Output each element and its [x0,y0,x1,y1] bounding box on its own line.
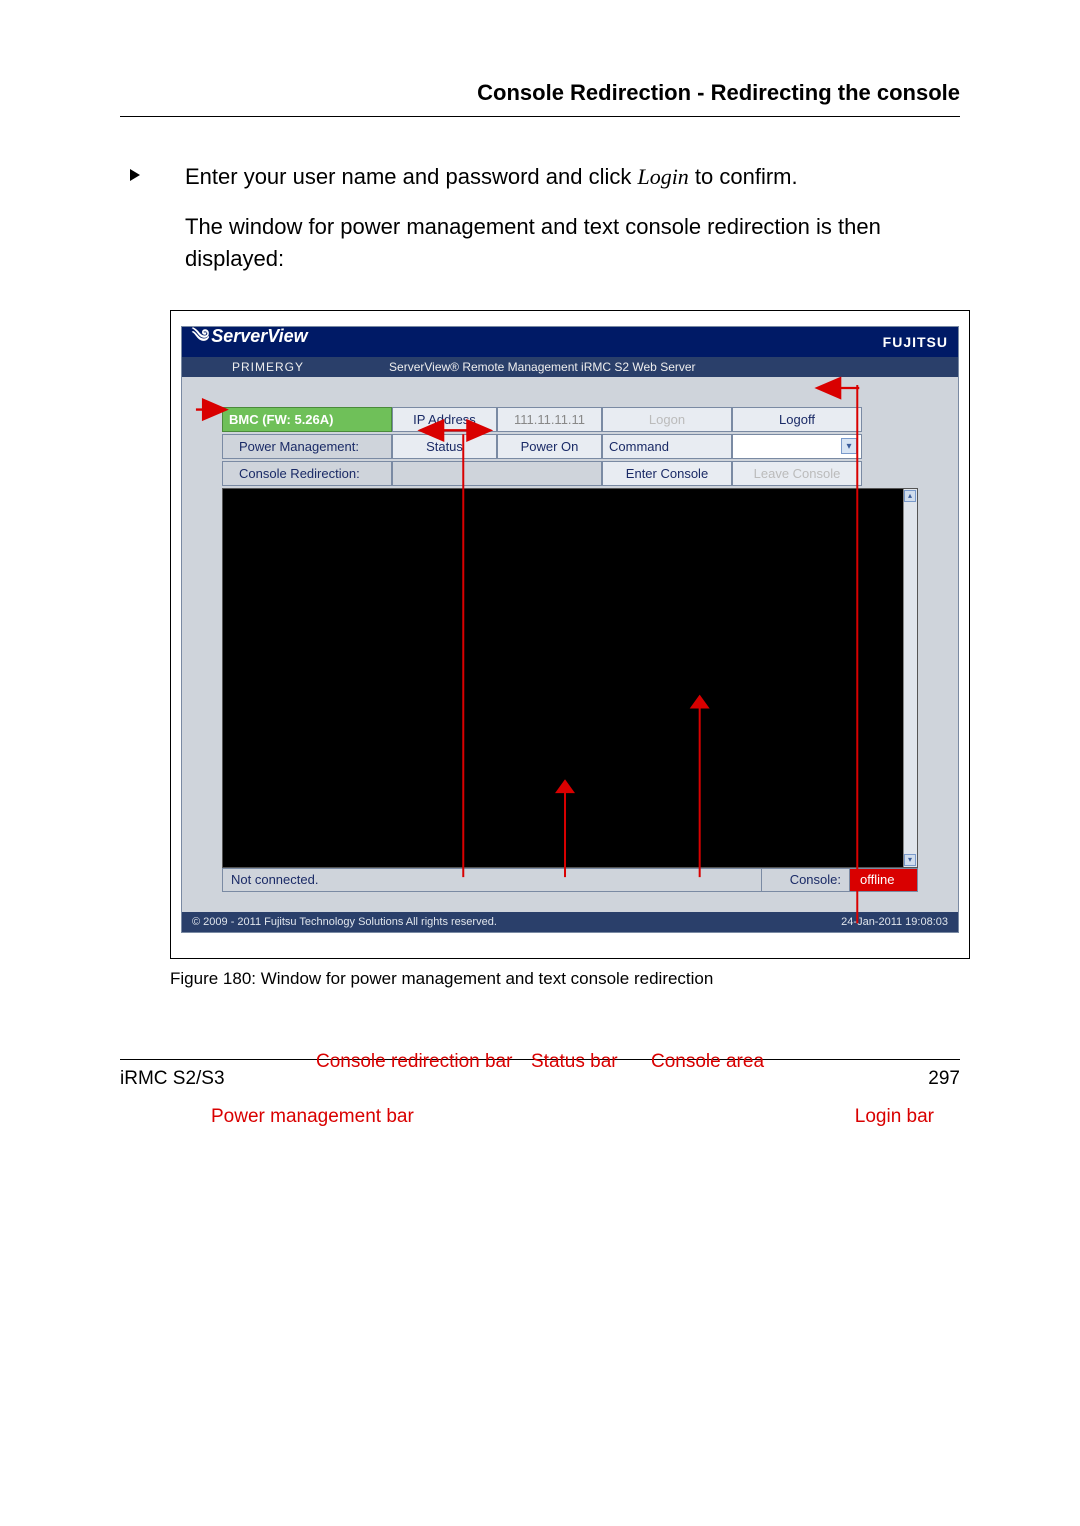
anno-power-mgmt-bar: Power management bar [211,1106,414,1128]
ip-address-label: IP Address [392,407,497,432]
bullet-text: Enter your user name and password and cl… [185,162,798,193]
ip-address-value: 111.11.11.11 [497,407,602,432]
bullet-login-italic: Login [637,164,688,189]
scroll-down-icon[interactable]: ▾ [904,854,916,866]
figure-caption: Figure 180: Window for power management … [170,969,960,989]
console-redirection-bar-row: Console Redirection: Enter Console Leave… [222,461,918,486]
serverview-logo-text: ServerView [211,326,307,346]
anno-login-bar: Login bar [855,1106,934,1128]
window-footer: © 2009 - 2011 Fujitsu Technology Solutio… [182,912,958,932]
console-redirection-label: Console Redirection: [222,461,392,486]
page-header-rule: Console Redirection - Redirecting the co… [120,80,960,117]
page-header-title: Console Redirection - Redirecting the co… [120,80,960,106]
cr-spacer [392,461,602,486]
scroll-up-icon[interactable]: ▴ [904,490,916,502]
bullet-row: Enter your user name and password and cl… [130,162,960,193]
console-main[interactable] [223,489,903,867]
logon-button[interactable]: Logon [602,407,732,432]
status-bar-row: Not connected. Console: offline [222,868,918,892]
anno-console-area: Console area [651,1051,764,1073]
control-panel: BMC (FW: 5.26A) IP Address 111.11.11.11 … [222,407,918,892]
page-footer-right: 297 [928,1068,960,1090]
status-value: Power On [497,434,602,459]
serverview-window: ༄ServerView FUJITSU PRIMERGY ServerView®… [181,326,959,933]
bullet-post: to confirm. [689,164,798,189]
logoff-button[interactable]: Logoff [732,407,862,432]
enter-console-button[interactable]: Enter Console [602,461,732,486]
fujitsu-brand: FUJITSU [883,334,948,350]
command-label: Command [602,434,732,459]
footer-timestamp: 24-Jan-2011 19:08:03 [841,916,948,928]
subheader-right: ServerView® Remote Management iRMC S2 We… [389,360,696,374]
page-footer-left: iRMC S2/S3 [120,1068,225,1090]
status-label: Status [392,434,497,459]
figure-box: ༄ServerView FUJITSU PRIMERGY ServerView®… [170,310,970,959]
power-management-bar-row: Power Management: Status Power On Comman… [222,434,918,459]
status-console-value: offline [849,869,917,891]
swirl-icon: ༄ [192,326,209,346]
anno-status-bar: Status bar [531,1051,618,1073]
body-paragraph: The window for power management and text… [185,211,960,275]
command-dropdown[interactable]: ▾ [732,434,862,459]
console-scrollbar[interactable]: ▴ ▾ [903,489,917,867]
footer-copyright: © 2009 - 2011 Fujitsu Technology Solutio… [192,916,497,928]
chevron-down-icon: ▾ [841,438,857,454]
power-mgmt-label: Power Management: [222,434,392,459]
console-area: ▴ ▾ [222,488,918,868]
bmc-label: BMC (FW: 5.26A) [222,407,392,432]
page: Console Redirection - Redirecting the co… [0,0,1080,1130]
bullet-pre: Enter your user name and password and cl… [185,164,637,189]
subheader-bar: PRIMERGY ServerView® Remote Management i… [182,357,958,377]
login-bar-row: BMC (FW: 5.26A) IP Address 111.11.11.11 … [222,407,918,432]
bullet-triangle-icon [130,169,140,181]
window-body: BMC (FW: 5.26A) IP Address 111.11.11.11 … [182,377,958,912]
status-message: Not connected. [223,869,761,891]
window-titlebar: ༄ServerView FUJITSU [182,327,958,357]
status-console-label: Console: [761,869,849,891]
subheader-left: PRIMERGY [232,360,304,374]
leave-console-button[interactable]: Leave Console [732,461,862,486]
anno-console-redirection-bar: Console redirection bar [316,1051,512,1073]
